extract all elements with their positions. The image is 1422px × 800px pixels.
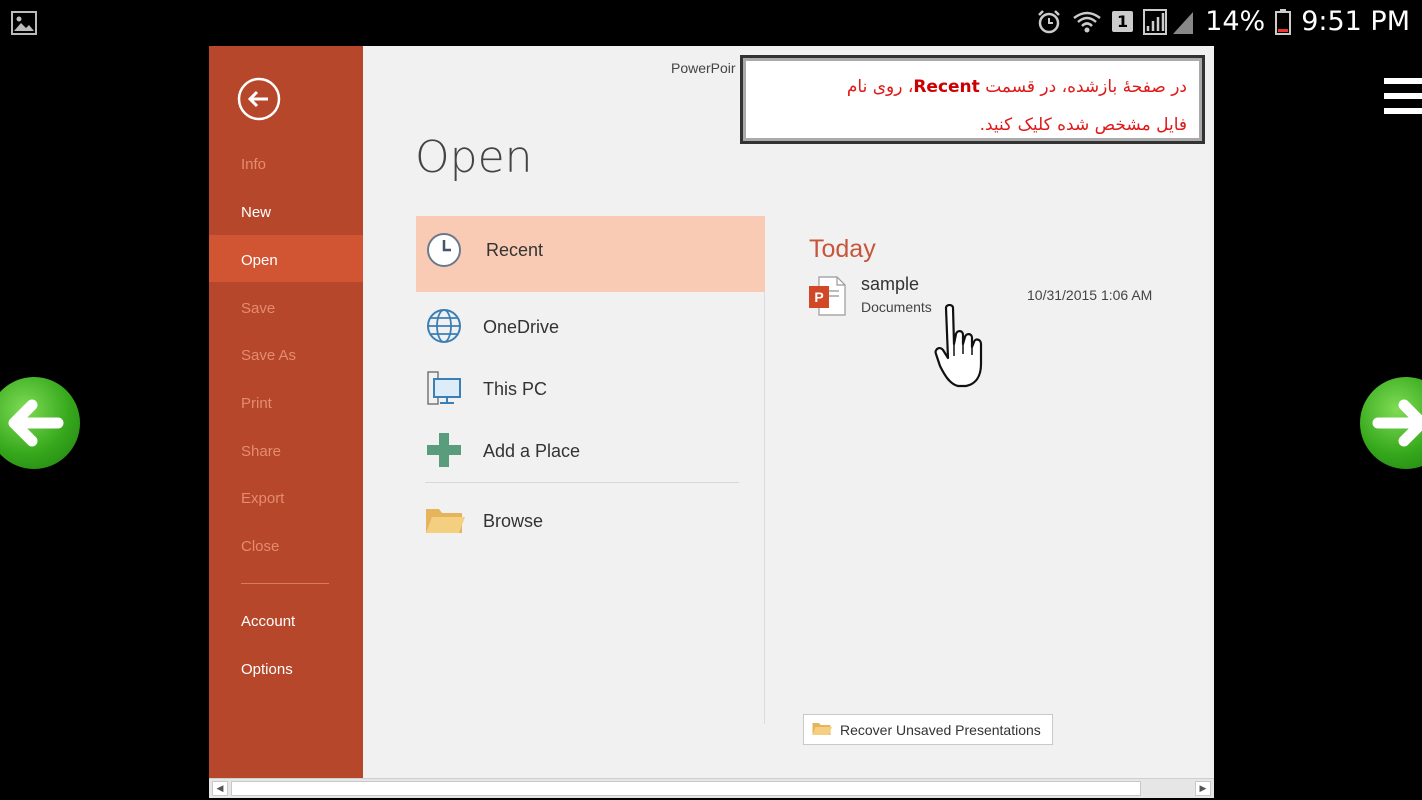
nav-print[interactable]: Print (241, 395, 272, 412)
scrollbar-thumb[interactable] (231, 781, 1141, 796)
location-add-place[interactable]: Add a Place (416, 426, 756, 476)
signal-icon (1143, 8, 1195, 35)
location-browse[interactable]: Browse (416, 495, 756, 545)
location-recent[interactable]: Recent (416, 216, 765, 292)
nav-options[interactable]: Options (241, 661, 293, 678)
recent-file-name[interactable]: sample (861, 274, 919, 295)
nav-divider (241, 583, 329, 584)
folder-icon (812, 721, 832, 739)
nav-new[interactable]: New (241, 204, 271, 221)
powerpoint-backstage: Info New Open Save Save As Print Share E… (209, 46, 1214, 778)
nav-open[interactable]: Open (241, 252, 278, 269)
back-arrow-icon[interactable] (237, 77, 281, 121)
backstage-sidebar: Info New Open Save Save As Print Share E… (209, 46, 363, 778)
location-add-place-label: Add a Place (483, 441, 581, 461)
nav-export[interactable]: Export (241, 490, 284, 507)
recent-file-date: 10/31/2015 1:06 AM (1027, 287, 1153, 303)
nav-save[interactable]: Save (241, 300, 275, 317)
location-recent-label: Recent (486, 240, 544, 260)
location-this-pc-label: This PC (483, 379, 548, 399)
plus-icon (427, 433, 461, 472)
clock-icon (426, 232, 462, 273)
callout-line2: فایل مشخص شده کلیک کنید. (979, 115, 1187, 135)
recover-unsaved-label: Recover Unsaved Presentations (840, 721, 1041, 738)
callout-line1-part2: ، روی نام (846, 77, 914, 97)
scroll-right-icon[interactable]: ▶ (1195, 781, 1211, 796)
pointing-hand-icon (934, 303, 1000, 395)
page-title: Open (415, 132, 533, 183)
nav-info[interactable]: Info (241, 156, 266, 173)
nav-close[interactable]: Close (241, 538, 279, 555)
tutorial-callout: در صفحهٔ بازشده، در قسمت Recent، روی نام… (740, 55, 1205, 144)
pane-divider (764, 292, 765, 724)
arrow-right-icon (1372, 399, 1422, 447)
battery-icon (1275, 8, 1292, 35)
pptx-file-icon: P (809, 276, 847, 321)
callout-line1-part1: در صفحهٔ بازشده، در قسمت (979, 77, 1187, 97)
alarm-icon (1036, 9, 1062, 35)
location-onedrive[interactable]: OneDrive (416, 302, 756, 352)
folder-icon (425, 505, 465, 540)
location-browse-label: Browse (483, 511, 544, 531)
nav-account[interactable]: Account (241, 613, 295, 630)
battery-percent: 14% (1205, 6, 1266, 37)
clock-time: 9:51 PM (1301, 6, 1410, 37)
nav-share[interactable]: Share (241, 443, 281, 460)
nav-save-as[interactable]: Save As (241, 347, 296, 364)
status-bar: 1 14% 9:51 PM (0, 0, 1422, 46)
horizontal-scrollbar[interactable]: ◀ ▶ (209, 778, 1214, 798)
recover-unsaved-button[interactable]: Recover Unsaved Presentations (803, 714, 1053, 745)
wifi-icon (1072, 10, 1102, 34)
previous-page-button[interactable] (0, 377, 80, 469)
recent-group-heading: Today (809, 235, 876, 263)
app-title: PowerPoir (671, 60, 736, 76)
svg-text:P: P (814, 289, 823, 305)
hamburger-menu-icon[interactable] (1384, 78, 1422, 114)
sim-badge: 1 (1112, 11, 1134, 32)
gallery-icon (11, 11, 37, 40)
locations-divider (425, 482, 739, 483)
tutorial-callout-text: در صفحهٔ بازشده، در قسمت Recent، روی نام… (757, 68, 1187, 144)
scroll-left-icon[interactable]: ◀ (212, 781, 228, 796)
next-page-button[interactable] (1360, 377, 1422, 469)
computer-icon (426, 370, 464, 413)
globe-icon (426, 308, 462, 349)
callout-line1-bold: Recent (913, 77, 980, 97)
nav-active-highlight (209, 235, 363, 282)
location-this-pc[interactable]: This PC (416, 364, 756, 414)
location-onedrive-label: OneDrive (483, 317, 560, 337)
arrow-left-icon (8, 399, 64, 447)
recent-file-location: Documents (861, 299, 932, 315)
